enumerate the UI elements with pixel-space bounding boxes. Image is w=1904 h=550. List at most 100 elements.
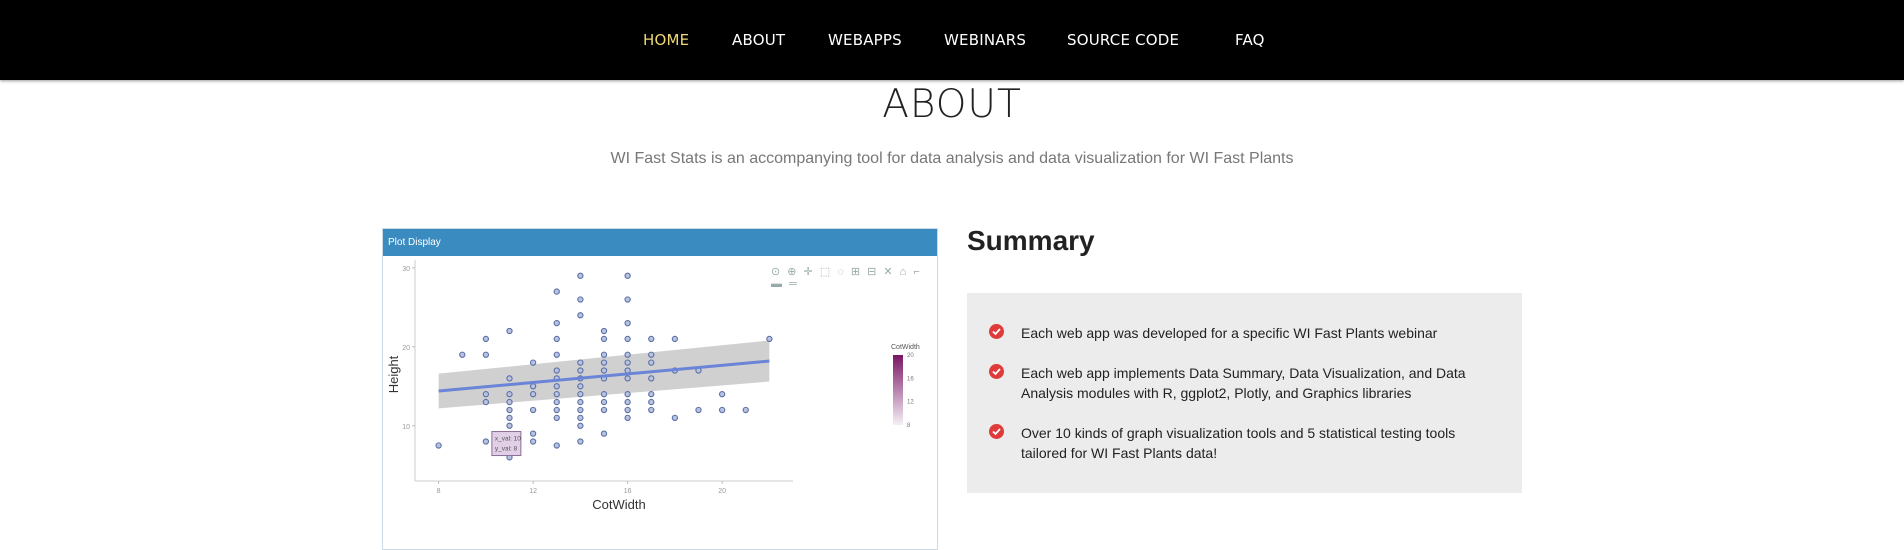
data-point [577, 422, 584, 429]
y-tick-label: 30 [402, 266, 410, 273]
summary-item: Each web app implements Data Summary, Da… [989, 363, 1491, 403]
data-point [577, 272, 584, 279]
colorbar-tick-label: 8 [907, 423, 911, 429]
data-point [577, 398, 584, 406]
data-point [624, 406, 631, 414]
data-point [600, 351, 608, 358]
data-point [648, 406, 655, 414]
data-point [529, 383, 537, 390]
data-point [624, 296, 631, 303]
x-tick-label: 12 [529, 488, 537, 495]
data-point [553, 288, 560, 295]
summary-item: Over 10 kinds of graph visualization too… [989, 423, 1491, 463]
data-point [695, 406, 702, 414]
confidence-band [438, 340, 770, 409]
data-point [529, 430, 537, 437]
summary-item-text: Each web app implements Data Summary, Da… [1021, 365, 1466, 401]
data-point [506, 414, 513, 422]
data-point [600, 398, 608, 406]
data-point [648, 359, 655, 366]
about-title: ABOUT [882, 82, 1022, 127]
plot-display-header: Plot Display [383, 229, 937, 256]
colorbar-tick-label: 20 [907, 353, 914, 359]
data-point [553, 335, 560, 343]
scatter-chart: 8 12 16 20 10 20 30 CotWidth Height x_val: 10 y_va… [386, 260, 920, 512]
data-point [577, 367, 584, 374]
data-point [577, 438, 584, 445]
data-point [553, 391, 560, 398]
data-point [506, 406, 513, 414]
data-point [553, 367, 560, 374]
check-circle-icon [989, 364, 1004, 379]
data-point [624, 335, 631, 343]
nav-webinars[interactable]: WEBINARS [944, 31, 1026, 49]
data-point [529, 406, 537, 414]
summary-title: Summary [967, 225, 1095, 256]
data-point [671, 414, 679, 422]
x-tick-label: 16 [624, 488, 632, 495]
data-point [577, 406, 584, 414]
data-point [506, 327, 513, 335]
data-point [718, 391, 726, 398]
data-point [459, 351, 466, 358]
data-point [600, 359, 608, 366]
colorbar [893, 355, 903, 425]
x-tick-label: 8 [437, 488, 441, 495]
nav-home[interactable]: HOME [643, 31, 689, 49]
data-point [553, 398, 560, 406]
colorbar-title: CotWidth [891, 344, 920, 351]
summary-item-text: Each web app was developed for a specifi… [1021, 325, 1438, 341]
nav-source-code[interactable]: SOURCE CODE [1067, 31, 1179, 49]
about-subtitle: WI Fast Stats is an accompanying tool fo… [610, 150, 1294, 167]
nav-webapps[interactable]: WEBAPPS [828, 31, 902, 49]
data-point [600, 367, 608, 374]
data-point [624, 398, 631, 406]
data-point [529, 391, 537, 398]
summary-box: Each web app was developed for a specifi… [967, 293, 1522, 493]
nav-about[interactable]: ABOUT [732, 31, 785, 49]
data-point [435, 442, 442, 449]
data-point [600, 327, 608, 335]
data-point [482, 391, 490, 398]
data-point [482, 351, 490, 358]
summary-item: Each web app was developed for a specifi… [989, 323, 1491, 343]
data-point [648, 391, 655, 398]
data-point [506, 398, 513, 406]
data-point [577, 312, 584, 319]
plot-display-title: Plot Display [388, 237, 441, 248]
data-point [600, 335, 608, 343]
summary-item-text: Over 10 kinds of graph visualization too… [1021, 425, 1456, 461]
colorbar-tick-label: 12 [907, 400, 914, 406]
data-point [600, 430, 608, 437]
data-point [577, 296, 584, 303]
top-navbar: HOME ABOUT WEBAPPS WEBINARS SOURCE CODE … [0, 0, 1904, 80]
data-point [624, 351, 631, 358]
data-point [529, 438, 537, 445]
colorbar-tick-label: 16 [907, 376, 914, 382]
data-point [648, 335, 655, 343]
data-point [600, 406, 608, 414]
y-tick-label: 20 [402, 345, 410, 352]
data-point [600, 391, 608, 398]
x-axis-title: CotWidth [592, 497, 645, 512]
data-point [624, 391, 631, 398]
data-point [553, 414, 560, 422]
data-point [718, 406, 726, 414]
tooltip-y-text: y_val: 8 [495, 446, 518, 453]
data-point [482, 438, 490, 445]
data-point [624, 272, 631, 279]
data-point [742, 406, 749, 414]
check-circle-icon [989, 424, 1004, 439]
data-point [648, 351, 655, 358]
data-point [577, 414, 584, 422]
data-point [506, 422, 513, 429]
data-point [648, 375, 655, 382]
nav-faq[interactable]: FAQ [1235, 31, 1265, 49]
data-point [577, 391, 584, 398]
data-point [529, 359, 537, 366]
y-tick-label: 10 [402, 424, 410, 431]
data-point [648, 398, 655, 406]
data-point [577, 383, 584, 390]
data-point [553, 442, 560, 449]
data-point [506, 375, 513, 382]
